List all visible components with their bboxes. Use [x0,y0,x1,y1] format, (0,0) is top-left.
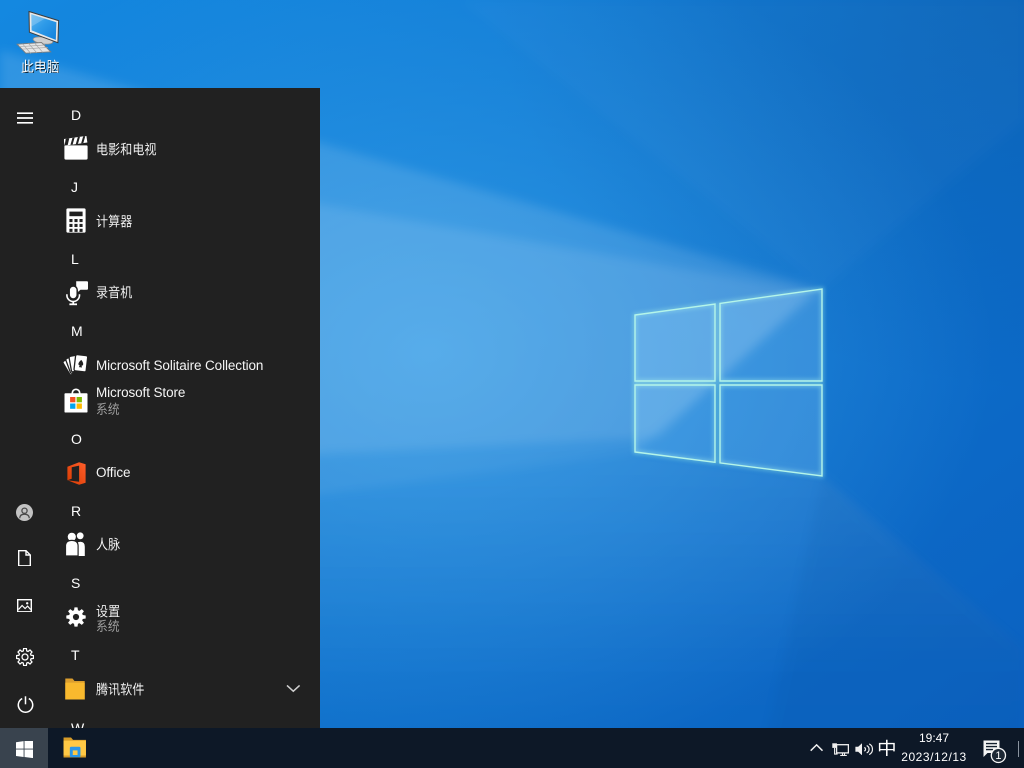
svg-text:1: 1 [995,750,1001,762]
